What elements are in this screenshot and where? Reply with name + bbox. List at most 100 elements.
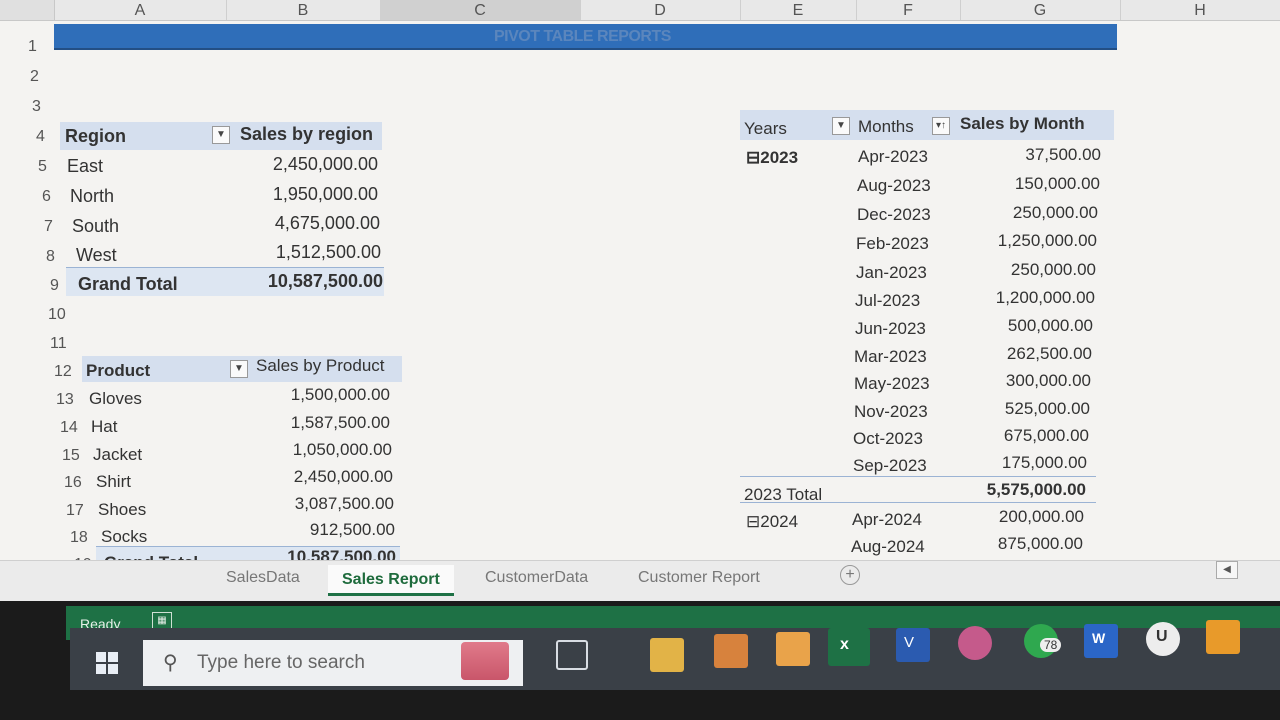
month-value[interactable]: 300,000.00 <box>960 371 1091 391</box>
product-row-value[interactable]: 1,500,000.00 <box>220 385 390 405</box>
product-row-value[interactable]: 3,087,500.00 <box>220 494 394 514</box>
month-value[interactable]: 675,000.00 <box>960 426 1089 446</box>
column-header-g[interactable]: G <box>960 0 1121 20</box>
row-number[interactable]: 9 <box>50 277 59 295</box>
month-label[interactable]: Mar-2023 <box>854 347 927 367</box>
collapse-icon[interactable]: ⊟ <box>746 148 760 167</box>
months-sort-dropdown[interactable]: ▾↑ <box>932 117 950 135</box>
month-value[interactable]: 250,000.00 <box>960 260 1096 280</box>
years-filter-dropdown[interactable]: ▼ <box>832 117 850 135</box>
row-number[interactable]: 2 <box>30 68 39 86</box>
column-header-h[interactable]: H <box>1120 0 1280 20</box>
scroll-left-icon[interactable]: ◀ <box>1216 561 1238 579</box>
row-number[interactable]: 12 <box>54 363 72 381</box>
visio-icon[interactable]: V <box>896 628 930 662</box>
month-value[interactable]: 150,000.00 <box>960 174 1100 194</box>
tab-customer-report[interactable]: Customer Report <box>638 569 760 587</box>
year-2023-group[interactable]: ⊟2023 <box>746 148 798 168</box>
udemy-icon[interactable]: U <box>1146 622 1180 656</box>
column-header-b[interactable]: B <box>226 0 381 20</box>
row-number[interactable]: 15 <box>62 447 80 465</box>
row-number[interactable]: 14 <box>60 419 78 437</box>
year-2023-total-value[interactable]: 5,575,000.00 <box>960 480 1086 500</box>
month-label[interactable]: Jul-2023 <box>855 291 920 311</box>
month-value[interactable]: 1,250,000.00 <box>960 231 1097 251</box>
region-row-value[interactable]: 2,450,000.00 <box>200 154 378 175</box>
region-row-label[interactable]: South <box>72 216 119 237</box>
row-number[interactable]: 16 <box>64 474 82 492</box>
month-value[interactable]: 1,200,000.00 <box>960 288 1095 308</box>
taskbar-search-box[interactable]: ⚲ Type here to search <box>143 640 523 686</box>
chrome-profile-icon[interactable] <box>958 626 992 660</box>
row-number[interactable]: 4 <box>36 128 45 146</box>
region-row-value[interactable]: 1,512,500.00 <box>200 242 381 263</box>
power-bi-icon[interactable] <box>1206 620 1240 654</box>
month-label[interactable]: Nov-2023 <box>854 402 928 422</box>
product-row-label[interactable]: Shirt <box>96 472 131 492</box>
search-highlight-icon[interactable] <box>461 642 509 680</box>
product-row-value[interactable]: 2,450,000.00 <box>220 467 393 487</box>
column-header-f[interactable]: F <box>856 0 961 20</box>
region-total-value[interactable]: 10,587,500.00 <box>200 271 383 292</box>
collapse-icon[interactable]: ⊟ <box>746 512 760 531</box>
row-number[interactable]: 6 <box>42 188 51 206</box>
tab-sales-report[interactable]: Sales Report <box>328 565 454 596</box>
month-label[interactable]: Aug-2023 <box>857 176 931 196</box>
month-value[interactable]: 525,000.00 <box>960 399 1090 419</box>
year-2024-group[interactable]: ⊟2024 <box>746 512 798 532</box>
region-filter-dropdown[interactable]: ▼ <box>212 126 230 144</box>
row-number[interactable]: 18 <box>70 529 88 547</box>
product-filter-dropdown[interactable]: ▼ <box>230 360 248 378</box>
product-row-label[interactable]: Hat <box>91 417 117 437</box>
month-label[interactable]: Feb-2023 <box>856 234 929 254</box>
row-number[interactable]: 11 <box>50 335 67 353</box>
excel-icon[interactable]: x <box>828 628 870 666</box>
month-label[interactable]: Apr-2023 <box>858 147 928 167</box>
row-number[interactable]: 10 <box>48 306 66 324</box>
row-number[interactable]: 17 <box>66 502 84 520</box>
row-number[interactable]: 13 <box>56 391 74 409</box>
row-number[interactable]: 3 <box>32 98 41 116</box>
word-icon[interactable]: W <box>1084 624 1118 658</box>
row-number[interactable]: 8 <box>46 248 55 266</box>
row-number[interactable]: 7 <box>44 218 53 236</box>
region-row-value[interactable]: 1,950,000.00 <box>200 184 378 205</box>
month-value[interactable]: 37,500.00 <box>960 145 1101 165</box>
product-row-label[interactable]: Jacket <box>93 445 142 465</box>
whatsapp-icon[interactable]: 78 <box>1024 624 1062 658</box>
region-row-label[interactable]: West <box>76 245 117 266</box>
windows-start-icon[interactable] <box>96 652 118 674</box>
month-label[interactable]: Jan-2023 <box>856 263 927 283</box>
select-all-corner[interactable] <box>0 0 55 20</box>
column-header-a[interactable]: A <box>54 0 227 20</box>
month-value[interactable]: 262,500.00 <box>960 344 1092 364</box>
product-row-value[interactable]: 912,500.00 <box>220 520 395 540</box>
month-value[interactable]: 250,000.00 <box>960 203 1098 223</box>
product-row-label[interactable]: Socks <box>101 527 147 547</box>
month-value[interactable]: 875,000.00 <box>960 534 1083 554</box>
region-total-label[interactable]: Grand Total <box>78 274 178 295</box>
row-number[interactable]: 5 <box>38 158 47 176</box>
month-label[interactable]: Sep-2023 <box>853 456 927 476</box>
month-label[interactable]: Apr-2024 <box>852 510 922 530</box>
month-value[interactable]: 200,000.00 <box>960 507 1084 527</box>
column-header-d[interactable]: D <box>580 0 741 20</box>
month-label[interactable]: May-2023 <box>854 374 930 394</box>
month-label[interactable]: Oct-2023 <box>853 429 923 449</box>
month-value[interactable]: 175,000.00 <box>960 453 1087 473</box>
row-number[interactable]: 1 <box>28 38 37 56</box>
add-sheet-icon[interactable]: + <box>840 565 860 585</box>
month-value[interactable]: 500,000.00 <box>960 316 1093 336</box>
tab-salesdata[interactable]: SalesData <box>226 569 300 587</box>
column-header-c[interactable]: C <box>380 0 581 20</box>
month-label[interactable]: Jun-2023 <box>855 319 926 339</box>
month-label[interactable]: Dec-2023 <box>857 205 931 225</box>
product-row-value[interactable]: 1,050,000.00 <box>220 440 392 460</box>
region-row-label[interactable]: East <box>67 156 103 177</box>
month-label[interactable]: Aug-2024 <box>851 537 925 557</box>
tab-customerdata[interactable]: CustomerData <box>485 569 588 587</box>
store-icon[interactable] <box>776 632 810 666</box>
region-row-value[interactable]: 4,675,000.00 <box>200 213 380 234</box>
product-row-label[interactable]: Gloves <box>89 389 142 409</box>
task-view-icon[interactable] <box>556 640 588 670</box>
